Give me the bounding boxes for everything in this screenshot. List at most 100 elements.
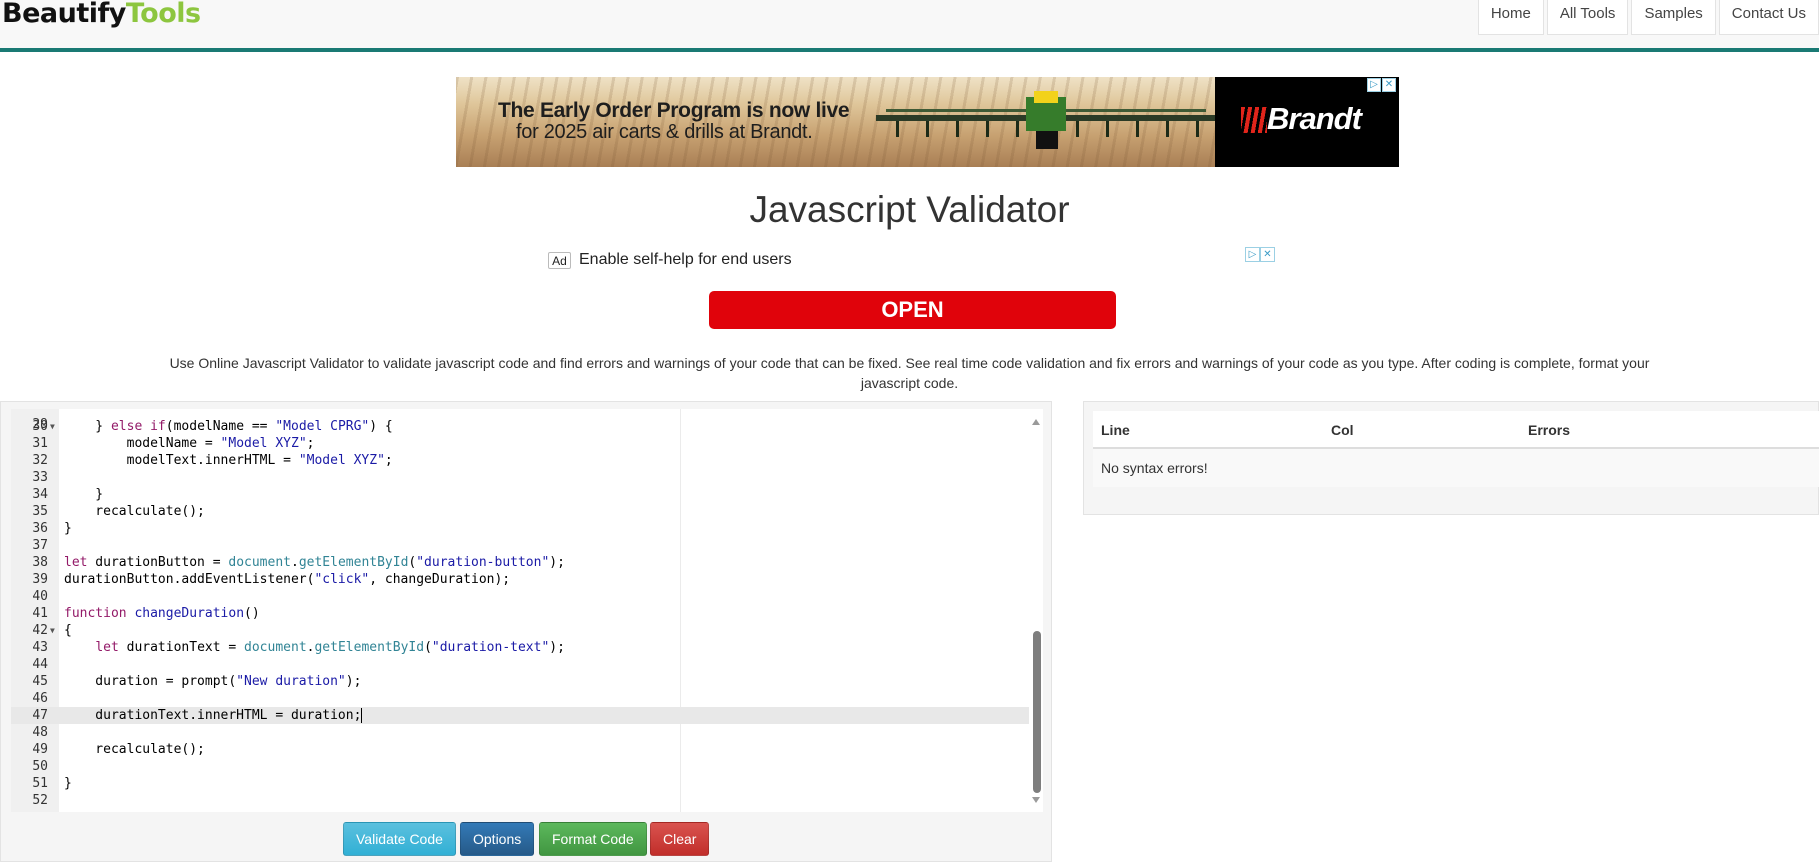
code-text: duration = prompt("New duration"); — [64, 674, 362, 689]
brand-logo: Brandt — [1267, 101, 1362, 136]
line-number: 41 — [32, 606, 48, 621]
code-line: 37 — [11, 537, 1029, 554]
clear-button[interactable]: Clear — [650, 822, 710, 856]
code-text: let durationButton = document.getElement… — [64, 555, 565, 570]
code-line: 36} — [11, 520, 1029, 537]
line-number: 48 — [32, 725, 48, 740]
code-text: modelName = "Model XYZ"; — [64, 436, 315, 451]
validate-code-button[interactable]: Validate Code — [343, 822, 456, 856]
line-number: 52 — [32, 793, 48, 808]
ad-open-button[interactable]: OPEN — [709, 291, 1116, 329]
format-code-button[interactable]: Format Code — [539, 822, 647, 856]
ad-badge: Ad — [548, 252, 571, 269]
code-text: durationButton.addEventListener("click",… — [64, 572, 511, 587]
code-text: durationText.innerHTML = duration; — [64, 708, 363, 723]
tractor-image — [876, 91, 1216, 149]
banner-subline: for 2025 air carts & drills at Brandt. — [516, 121, 813, 143]
fold-arrow-icon[interactable]: ▼ — [50, 622, 55, 639]
line-number: 49 — [32, 742, 48, 757]
code-line: 45 duration = prompt("New duration"); — [11, 673, 1029, 690]
logo-part-tools: Tools — [125, 0, 201, 29]
line-number: 39 — [32, 572, 48, 587]
code-text: recalculate(); — [64, 504, 205, 519]
ad-close-icon-2[interactable]: ✕ — [1260, 247, 1275, 262]
code-line: 49 recalculate(); — [11, 741, 1029, 758]
code-line: 33 — [11, 469, 1029, 486]
tool-description: Use Online Javascript Validator to valid… — [169, 355, 1650, 391]
brand-stripes-icon — [1241, 107, 1267, 133]
no-errors-message: No syntax errors! — [1101, 460, 1208, 476]
code-line: 47 durationText.innerHTML = duration; — [11, 707, 1029, 724]
line-number: 35 — [32, 504, 48, 519]
line-number: 51 — [32, 776, 48, 791]
line-number: 33 — [32, 470, 48, 485]
line-number: 36 — [32, 521, 48, 536]
code-line: 43 let durationText = document.getElemen… — [11, 639, 1029, 656]
ad-close-icon[interactable]: ✕ — [1382, 78, 1396, 92]
column-header-line[interactable]: Line — [1101, 411, 1130, 449]
code-text: } else if(modelName == "Model CPRG") { — [64, 419, 393, 434]
line-number: 47 — [32, 708, 48, 723]
nav-contact-us[interactable]: Contact Us — [1718, 0, 1819, 35]
nav-samples[interactable]: Samples — [1631, 0, 1716, 35]
options-button[interactable]: Options — [460, 822, 535, 856]
code-line: 32 modelText.innerHTML = "Model XYZ"; — [11, 452, 1029, 469]
code-text: modelText.innerHTML = "Model XYZ"; — [64, 453, 393, 468]
banner-headline: The Early Order Program is now live — [498, 99, 850, 122]
logo-part-beautify: Beautify — [2, 0, 126, 29]
code-line: 34 } — [11, 486, 1029, 503]
table-row: No syntax errors! — [1093, 449, 1819, 487]
line-number: 32 — [32, 453, 48, 468]
site-header: BeautifyTools Home All Tools Samples Con… — [0, 0, 1819, 52]
line-number: 42 — [32, 623, 48, 638]
scrollbar-thumb[interactable] — [1033, 631, 1041, 793]
line-number: 34 — [32, 487, 48, 502]
code-text: { — [64, 623, 72, 638]
ad-text[interactable]: Enable self-help for end users — [579, 251, 792, 269]
fold-arrow-icon[interactable]: ▼ — [50, 418, 55, 435]
nav-home[interactable]: Home — [1477, 0, 1544, 35]
editor-scrollbar[interactable] — [1029, 409, 1043, 812]
code-text: recalculate(); — [64, 742, 205, 757]
code-editor[interactable]: 29 30 ▼ } else if(modelName == "Model CPR… — [11, 409, 1043, 812]
code-line: 52 — [11, 792, 1029, 809]
line-number: 43 — [32, 640, 48, 655]
line-number: 46 — [32, 691, 48, 706]
code-line: 38 let durationButton = document.getEleme… — [11, 554, 1029, 571]
line-number: 38 — [32, 555, 48, 570]
line-number: 50 — [32, 759, 48, 774]
line-number: 31 — [32, 436, 48, 451]
code-text: let durationText = document.getElementBy… — [95, 640, 565, 655]
code-line: 31 modelName = "Model XYZ"; — [11, 435, 1029, 452]
adchoices-icon[interactable]: ▷ — [1367, 78, 1381, 92]
scroll-up-icon[interactable] — [1032, 419, 1040, 425]
column-header-col[interactable]: Col — [1331, 411, 1354, 449]
code-line: 41 function changeDuration() — [11, 605, 1029, 622]
editor-panel: 29 30 ▼ } else if(modelName == "Model CPR… — [0, 401, 1052, 862]
code-line: 40 — [11, 588, 1029, 605]
code-line: 48 — [11, 724, 1029, 741]
code-line: 42 ▼ { — [11, 622, 1029, 639]
code-text: function changeDuration() — [64, 606, 260, 621]
results-table-header: Line Col Errors — [1093, 411, 1819, 449]
line-number: 30 — [32, 419, 48, 434]
code-text: } — [64, 776, 72, 791]
line-number: 44 — [32, 657, 48, 672]
code-line: 44 — [11, 656, 1029, 673]
line-number: 37 — [32, 538, 48, 553]
nav-all-tools[interactable]: All Tools — [1546, 0, 1629, 35]
scroll-down-icon[interactable] — [1032, 797, 1040, 803]
code-line: 51} — [11, 775, 1029, 792]
banner-ad[interactable]: The Early Order Program is now live for … — [456, 77, 1399, 167]
code-line: 50 — [11, 758, 1029, 775]
code-line: 35 recalculate(); — [11, 503, 1029, 520]
line-number: 40 — [32, 589, 48, 604]
code-line: 39 durationButton.addEventListener("click… — [11, 571, 1029, 588]
column-header-errors[interactable]: Errors — [1528, 411, 1570, 449]
code-text: } — [64, 487, 104, 502]
code-text: } — [64, 521, 72, 536]
adchoices-icon-2[interactable]: ▷ — [1245, 247, 1260, 262]
code-line: 30 ▼ } else if(modelName == "Model CPRG")… — [11, 418, 1029, 435]
results-panel: Line Col Errors No syntax errors! — [1083, 401, 1819, 515]
site-logo[interactable]: BeautifyTools — [2, 0, 201, 29]
